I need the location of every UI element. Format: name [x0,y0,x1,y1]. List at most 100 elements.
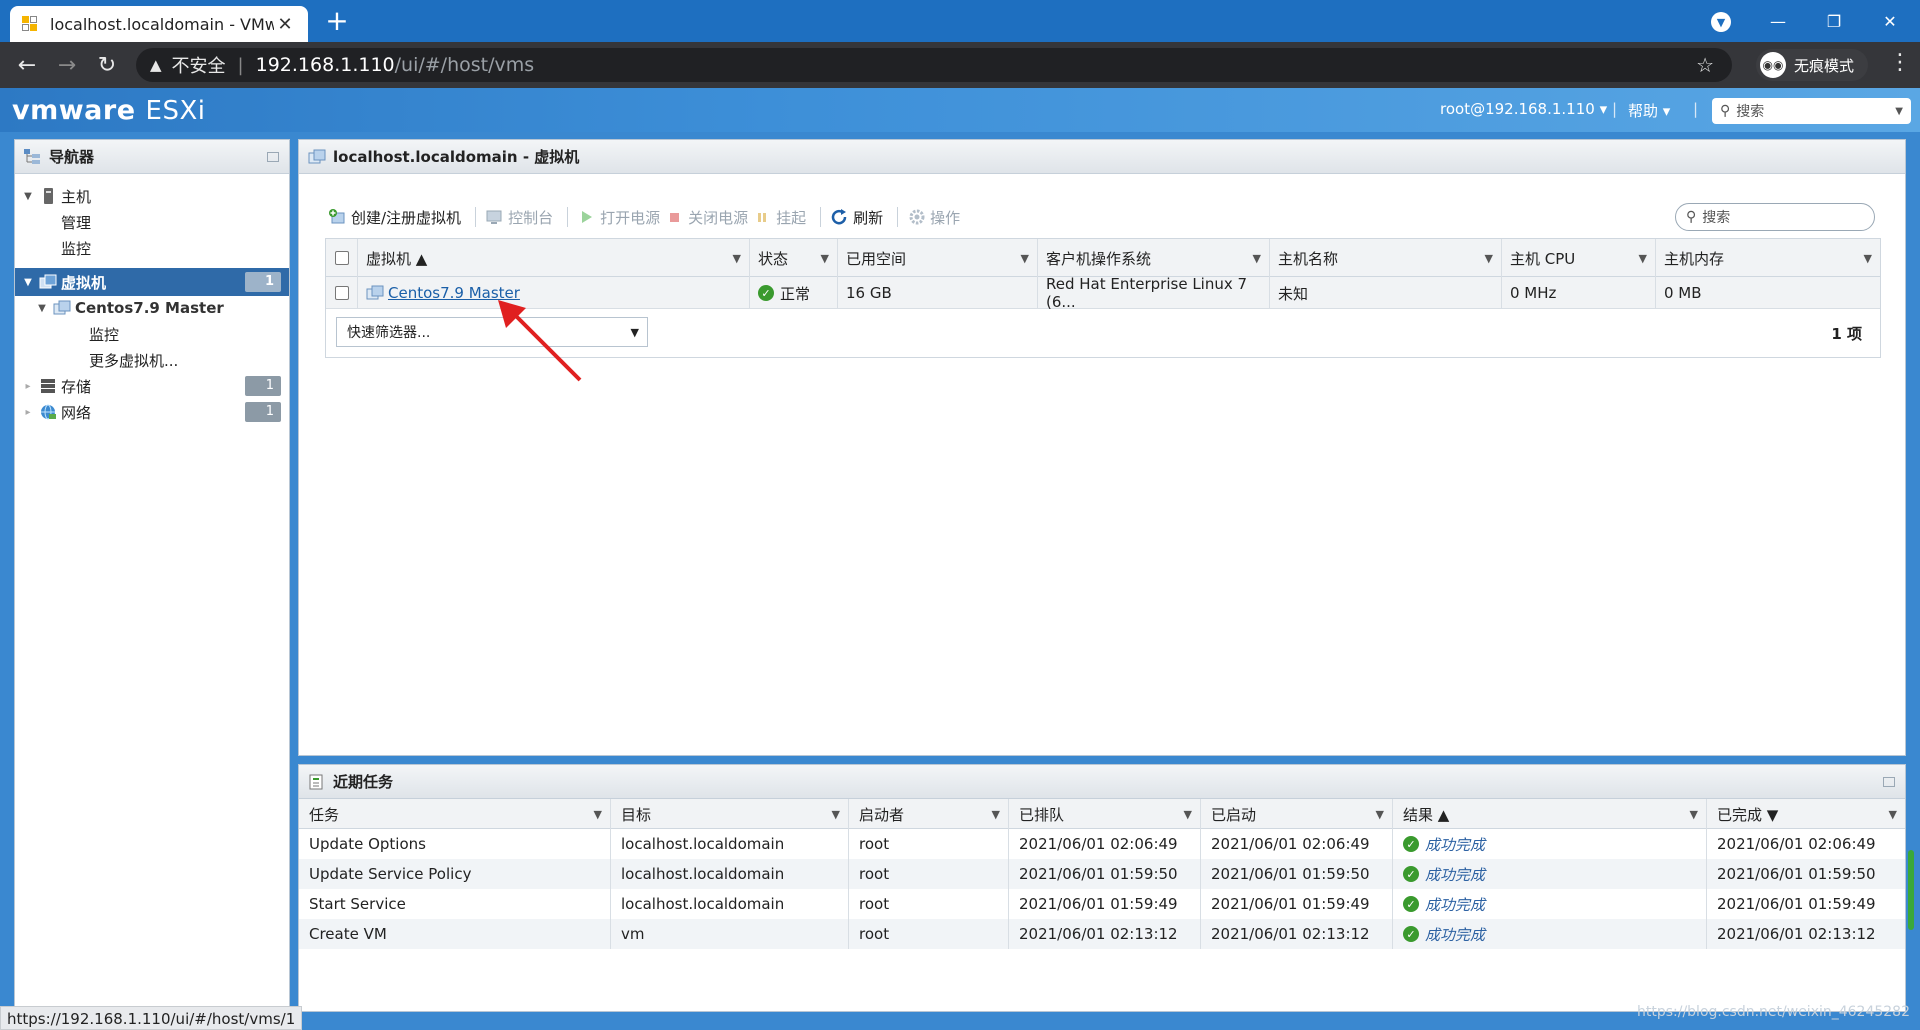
nav-item-host-monitor[interactable]: 监控 [15,234,289,262]
caret-down-icon[interactable]: ▼ [35,303,49,314]
minimize-icon[interactable]: — [1750,0,1806,42]
task-row[interactable]: Update Service Policy localhost.localdom… [299,859,1905,889]
vm-search-input[interactable]: ⚲ 搜索 [1675,203,1875,231]
header-search-input[interactable]: ⚲ 搜索 ▼ [1712,98,1911,124]
esxi-header: vmware ESXi root@192.168.1.110 ▾ | 帮助 ▾ |… [0,88,1920,132]
task-result: ✓ 成功完成 [1393,919,1707,949]
vm-memory-cell: 0 MB [1664,284,1702,302]
vm-list-title: localhost.localdomain - 虚拟机 [299,140,1905,174]
chevron-down-icon: ▼ [1484,251,1493,265]
task-initiator: root [849,859,1009,889]
task-row[interactable]: Start Service localhost.localdomain root… [299,889,1905,919]
task-name: Update Service Policy [299,859,611,889]
nav-item-host-manage[interactable]: 管理 [15,208,289,236]
vm-status-cell: ✓ 正常 [750,277,838,309]
nav-item-more-vms[interactable]: 更多虚拟机... [15,346,289,374]
task-completed: 2021/06/01 01:59:49 [1717,895,1876,913]
profile-icon[interactable]: ▼ [1711,12,1731,32]
insecure-label: 不安全 [171,56,226,77]
task-name: Update Options [299,829,611,859]
close-window-icon[interactable]: ✕ [1862,0,1918,42]
column-header-queued[interactable]: 已排队 ▼ [1009,799,1201,829]
vm-grid-header: 虚拟机 ▲ ▼ 状态 ▼ 已用空间 ▼ 客户机操作系统 ▼ 主机名称 ▼ 主机 CPU ▼ … [326,239,1880,277]
nav-item-storage[interactable]: ▸ 存储 1 [15,372,289,400]
column-header-cpu[interactable]: 主机 CPU ▼ [1502,239,1656,277]
chevron-down-icon[interactable]: ▼ [1895,106,1903,117]
column-header-memory[interactable]: 主机内存 ▼ [1656,239,1880,277]
console-button[interactable]: 控制台 [486,207,553,228]
nav-item-vm-monitor[interactable]: 监控 [15,320,289,348]
collapse-panel-icon[interactable] [267,152,279,162]
chevron-down-icon: ▼ [1638,251,1647,265]
task-completed: 2021/06/01 02:06:49 [1717,835,1876,853]
suspend-button[interactable]: 挂起 [754,207,806,228]
console-icon [486,210,502,224]
vm-icon [366,285,384,300]
column-header-initiator[interactable]: 启动者 ▼ [849,799,1009,829]
url-field[interactable]: ▲ 不安全 | 192.168.1.110 /ui/#/host/vms ☆ [136,48,1732,82]
column-header-result[interactable]: 结果 ▲ ▼ [1393,799,1707,829]
browser-tab[interactable]: localhost.localdomain - VMware ESXi ✕ [10,6,308,42]
quick-filter-select[interactable]: 快速筛选器... ▼ [336,317,648,347]
vm-list-panel: localhost.localdomain - 虚拟机 创建/注册虚拟机 控制台… [298,139,1906,756]
column-header-used-space[interactable]: 已用空间 ▼ [838,239,1038,277]
nav-item-host[interactable]: ▼ 主机 [15,182,289,210]
tasks-scrollbar[interactable] [1908,850,1914,930]
new-tab-button[interactable]: + [322,6,352,36]
column-header-target[interactable]: 目标 ▼ [611,799,849,829]
column-header-completed[interactable]: 已完成 ▼ ▼ [1707,799,1905,829]
header-divider: | [1693,100,1699,118]
help-menu[interactable]: 帮助 ▾ [1628,100,1670,121]
column-header-started[interactable]: 已启动 ▼ [1201,799,1393,829]
task-completed: 2021/06/01 01:59:50 [1717,865,1876,883]
caret-down-icon[interactable]: ▼ [21,277,35,288]
column-header-vm[interactable]: 虚拟机 ▲ ▼ [358,239,750,277]
vm-hostname-cell: 未知 [1270,277,1502,309]
chevron-down-icon: ▼ [991,807,1000,821]
incognito-icon: ◉◉ [1760,52,1786,78]
browser-tab-bar: localhost.localdomain - VMware ESXi ✕ + … [0,0,1920,42]
row-checkbox[interactable] [326,277,358,309]
refresh-button[interactable]: 刷新 [831,207,883,228]
back-icon[interactable]: ← [12,50,42,80]
incognito-badge[interactable]: ◉◉ 无痕模式 [1756,49,1869,81]
caret-right-icon[interactable]: ▸ [21,407,35,418]
watermark: https://blog.csdn.net/weixin_46245282 [1636,1004,1910,1020]
nav-item-vms[interactable]: ▼ 虚拟机 1 [15,268,289,296]
nav-item-vm-centos[interactable]: ▼ Centos7.9 Master [15,294,289,322]
collapse-panel-icon[interactable] [1883,777,1895,787]
column-header-guest-os[interactable]: 客户机操作系统 ▼ [1038,239,1270,277]
task-row[interactable]: Create VM vm root 2021/06/01 02:13:12 20… [299,919,1905,949]
vm-toolbar: 创建/注册虚拟机 控制台 打开电源 关闭电源 挂起 刷新 操作 [329,204,966,230]
task-started: 2021/06/01 02:06:49 [1201,829,1393,859]
task-name: Create VM [299,919,611,949]
tab-close-icon[interactable]: ✕ [274,14,296,35]
select-all-checkbox[interactable] [326,239,358,277]
task-initiator: root [849,829,1009,859]
column-header-hostname[interactable]: 主机名称 ▼ [1270,239,1502,277]
column-header-status[interactable]: 状态 ▼ [750,239,838,277]
chevron-down-icon: ▼ [1020,251,1029,265]
power-on-button[interactable]: 打开电源 [578,207,660,228]
browser-menu-icon[interactable]: ⋮ [1888,50,1912,75]
caret-down-icon[interactable]: ▼ [21,191,35,202]
nav-item-network[interactable]: ▸ 网络 1 [15,398,289,426]
column-header-task[interactable]: 任务 ▼ [299,799,611,829]
url-host: 192.168.1.110 [255,54,395,76]
address-bar: ← → ↻ ▲ 不安全 | 192.168.1.110 /ui/#/host/v… [0,42,1920,88]
check-circle-icon: ✓ [758,285,774,301]
task-row[interactable]: Update Options localhost.localdomain roo… [299,829,1905,859]
actions-button[interactable]: 操作 [908,207,960,228]
bookmark-star-icon[interactable]: ☆ [1696,53,1714,77]
vm-icon [39,274,57,289]
restore-icon[interactable]: ❐ [1806,0,1862,42]
user-menu[interactable]: root@192.168.1.110 ▾ [1440,100,1607,118]
forward-icon[interactable]: → [52,50,82,80]
power-off-button[interactable]: 关闭电源 [666,207,748,228]
task-initiator: root [849,919,1009,949]
warning-icon: ▲ [150,56,162,74]
reload-icon[interactable]: ↻ [92,50,122,80]
create-vm-button[interactable]: 创建/注册虚拟机 [329,207,461,228]
caret-right-icon[interactable]: ▸ [21,381,35,392]
task-target: localhost.localdomain [611,829,849,859]
